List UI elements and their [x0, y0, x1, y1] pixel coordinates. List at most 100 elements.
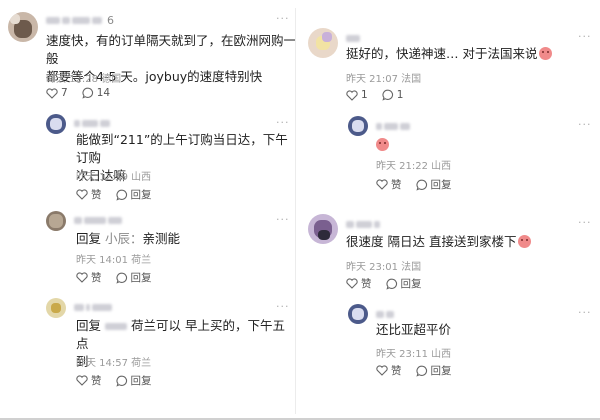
reply-label: 回复	[130, 272, 152, 284]
like-label: 赞	[391, 365, 402, 377]
reply-actions: 赞 回复	[376, 363, 466, 378]
heart-icon	[346, 278, 358, 289]
username[interactable]	[346, 218, 380, 230]
like-button[interactable]: 赞	[376, 363, 402, 378]
avatar[interactable]	[46, 114, 66, 134]
reply-actions: 赞 回复	[76, 373, 166, 388]
mention-blurred[interactable]	[105, 323, 127, 330]
more-options-icon[interactable]: ···	[276, 117, 290, 128]
username[interactable]	[376, 120, 410, 132]
reply-meta: 昨天 23:11 山西	[376, 349, 452, 360]
more-options-icon[interactable]: ···	[276, 301, 290, 312]
heart-icon	[346, 89, 358, 101]
comment-icon	[415, 365, 427, 377]
reply-label: 回复	[130, 189, 152, 201]
like-button[interactable]: 1	[346, 89, 368, 101]
pig-face-emoji-icon	[518, 235, 532, 248]
like-button[interactable]: 赞	[76, 373, 102, 388]
reply-button[interactable]: 回复	[115, 187, 152, 202]
like-count: 7	[61, 87, 68, 99]
username[interactable]	[376, 308, 394, 320]
heart-icon	[376, 365, 388, 376]
reply-button[interactable]: 回复	[115, 270, 152, 285]
reply-meta: 昨天 14:01 荷兰	[76, 255, 152, 266]
username[interactable]	[74, 214, 122, 226]
reply-label: 回复	[430, 179, 452, 191]
comment-icon	[115, 375, 127, 387]
reply-item: ··· 回复 小辰：亲测能 昨天 14:01 荷兰 赞 回复	[0, 204, 296, 286]
heart-icon	[376, 179, 388, 190]
heart-icon	[76, 189, 88, 200]
avatar[interactable]	[308, 214, 338, 244]
reply-actions: 赞 回复	[76, 187, 166, 202]
reply-item: ··· 能做到“211”的上午订购当日达，下午订购 次日达嘛 昨天 12:59 …	[0, 104, 296, 204]
like-label: 赞	[91, 272, 102, 284]
left-comment-column: 6 ··· 速度快，有的订单隔天就到了，在欧洲网购一般 都要等个4-5 天。jo…	[0, 0, 296, 420]
reply-button[interactable]: 1	[382, 89, 403, 101]
reply-button[interactable]: 14	[82, 87, 110, 99]
like-count: 1	[361, 89, 368, 101]
reply-count: 14	[96, 87, 111, 99]
reply-label: 回复	[130, 375, 152, 387]
more-options-icon[interactable]: ···	[276, 13, 290, 24]
comment-icon	[415, 179, 427, 191]
reply-label: 回复	[430, 365, 452, 377]
reply-meta: 昨天 12:59 山西	[76, 172, 152, 183]
avatar[interactable]	[348, 304, 368, 324]
reply-actions: 赞 回复	[76, 270, 166, 285]
like-button[interactable]: 赞	[376, 177, 402, 192]
avatar[interactable]	[46, 211, 66, 231]
avatar[interactable]	[348, 116, 368, 136]
comment-icon	[115, 272, 127, 284]
more-options-icon[interactable]: ···	[578, 307, 592, 318]
like-button[interactable]: 7	[46, 87, 68, 99]
avatar[interactable]	[46, 298, 66, 318]
comment-item: ··· 挺好的，快递神速… 对于法国来说 昨天 21:07 法国 1 1	[296, 0, 600, 108]
comment-item: ··· 很速度 隔日达 直接送到家楼下 昨天 23:01 法国 赞 回复	[296, 200, 600, 296]
comment-meta: 昨天 23:01 法国	[346, 262, 422, 273]
reply-item: ··· 昨天 21:22 山西 赞 回复	[296, 108, 600, 200]
reply-item: ··· 回复 荷兰可以 早上买的，下午五点 到 昨天 14:57 荷兰 赞 回复	[0, 290, 296, 400]
username[interactable]: 6	[46, 13, 114, 27]
reply-button[interactable]: 回复	[115, 373, 152, 388]
username-suffix: 6	[107, 13, 114, 27]
like-label: 赞	[361, 278, 372, 290]
reply-button[interactable]: 回复	[415, 177, 452, 192]
heart-icon	[46, 87, 58, 99]
like-label: 赞	[391, 179, 402, 191]
reply-meta: 昨天 14:57 荷兰	[76, 358, 152, 369]
avatar[interactable]	[308, 28, 338, 58]
comment-icon	[115, 189, 127, 201]
pig-face-emoji-icon	[539, 47, 553, 60]
comment-text: 很速度 隔日达 直接送到家楼下	[346, 233, 532, 251]
more-options-icon[interactable]: ···	[276, 214, 290, 225]
comment-actions: 1 1	[346, 89, 417, 101]
more-options-icon[interactable]: ···	[578, 217, 592, 228]
comment-item: 6 ··· 速度快，有的订单隔天就到了，在欧洲网购一般 都要等个4-5 天。jo…	[0, 0, 296, 104]
comment-icon	[82, 87, 93, 99]
reply-text	[376, 136, 389, 154]
like-button[interactable]: 赞	[76, 187, 102, 202]
reply-text: 回复 小辰：亲测能	[76, 231, 181, 246]
like-button[interactable]: 赞	[346, 276, 372, 291]
username[interactable]	[74, 301, 112, 313]
like-button[interactable]: 赞	[76, 270, 102, 285]
right-comment-column: ··· 挺好的，快递神速… 对于法国来说 昨天 21:07 法国 1 1 ···	[296, 0, 600, 420]
more-options-icon[interactable]: ···	[578, 119, 592, 130]
username[interactable]	[346, 32, 360, 44]
more-options-icon[interactable]: ···	[578, 31, 592, 42]
comment-text: 挺好的，快递神速… 对于法国来说	[346, 45, 553, 63]
pig-face-emoji-icon	[376, 138, 389, 151]
reply-button[interactable]: 回复	[415, 363, 452, 378]
reply-button[interactable]: 回复	[385, 276, 422, 291]
comment-meta: 昨天 21:07 法国	[346, 74, 422, 85]
heart-icon	[76, 272, 88, 283]
username[interactable]	[74, 117, 110, 129]
mention[interactable]: 小辰：	[105, 231, 143, 246]
heart-icon	[76, 375, 88, 386]
avatar[interactable]	[8, 12, 38, 42]
reply-text: 还比亚超平价	[376, 322, 452, 337]
comment-meta: 昨天 12:28 德国	[46, 74, 122, 85]
reply-actions: 赞 回复	[376, 177, 466, 192]
reply-item: ··· 还比亚超平价 昨天 23:11 山西 赞 回复	[296, 296, 600, 396]
